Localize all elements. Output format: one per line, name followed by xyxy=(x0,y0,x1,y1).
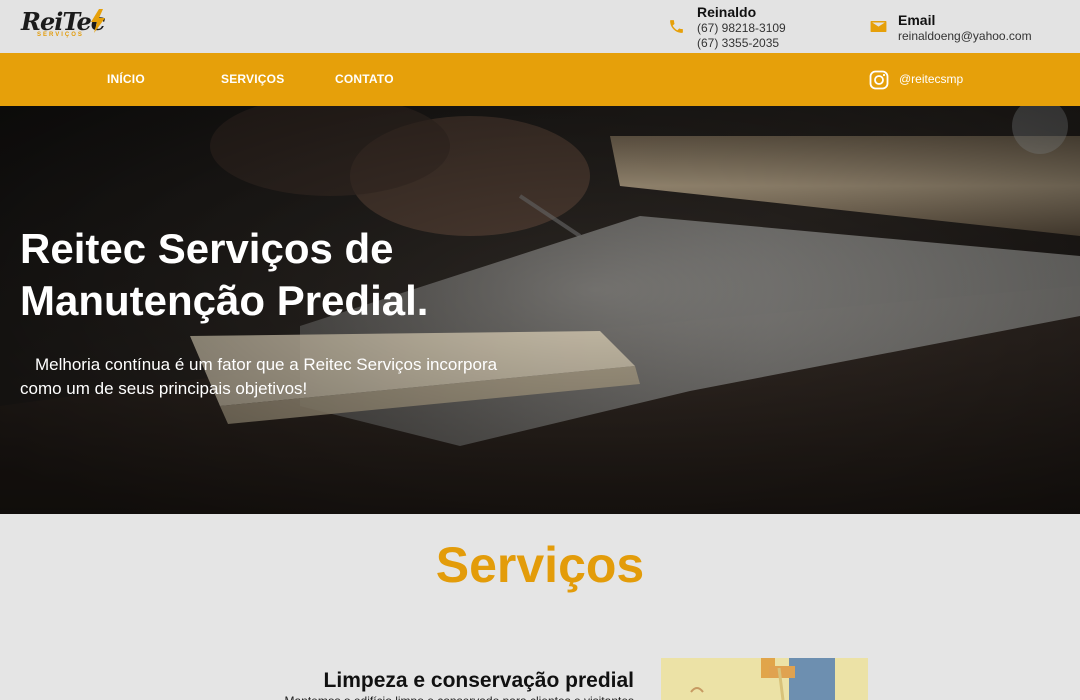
top-bar: ReiTec SERVIÇOS Reinaldo (67) 98218-3109… xyxy=(0,0,1080,53)
email-address[interactable]: reinaldoeng@yahoo.com xyxy=(898,29,1032,43)
phone-icon xyxy=(670,20,683,33)
hero-title-line: Reitec Serviços de xyxy=(20,225,394,272)
nav-item-servicos[interactable]: SERVIÇOS xyxy=(221,72,284,86)
hero-subtitle: Melhoria contínua é um fator que a Reite… xyxy=(20,353,580,401)
hero-title: Reitec Serviços de Manutenção Predial. xyxy=(20,223,580,327)
main-nav: INÍCIO SERVIÇOS CONTATO @reitecsmp xyxy=(0,53,1080,106)
instagram-handle[interactable]: @reitecsmp xyxy=(899,72,963,86)
lightning-bolt-icon xyxy=(91,9,105,33)
contact-name: Email xyxy=(898,12,936,28)
phone-number[interactable]: (67) 3355-2035 xyxy=(697,36,779,50)
hero-banner: Reitec Serviços de Manutenção Predial. M… xyxy=(0,106,1080,514)
service-description: Mantemos o edifício limpo e conservado p… xyxy=(200,694,634,700)
logo-subtitle: SERVIÇOS xyxy=(37,32,84,38)
nav-item-contato[interactable]: CONTATO xyxy=(335,72,394,86)
hero-title-line: Manutenção Predial. xyxy=(20,277,429,324)
instagram-icon[interactable] xyxy=(869,70,889,90)
contact-name: Reinaldo xyxy=(697,4,757,20)
hero-subtitle-line: como um de seus principais objetivos! xyxy=(20,379,308,398)
service-image xyxy=(661,658,868,700)
nav-item-inicio[interactable]: INÍCIO xyxy=(107,72,145,86)
services-title: Serviços xyxy=(435,537,645,593)
logo[interactable]: ReiTec SERVIÇOS xyxy=(21,8,111,42)
hero-subtitle-line: Melhoria contínua é um fator que a Reite… xyxy=(35,355,498,374)
phone-number[interactable]: (67) 98218-3109 xyxy=(697,21,786,35)
contact-phone: Reinaldo (67) 98218-3109 (67) 3355-2035 xyxy=(668,4,848,52)
mail-icon xyxy=(870,20,887,33)
service-heading: Limpeza e conservação predial xyxy=(323,669,634,692)
service-image-graphic xyxy=(661,658,868,700)
